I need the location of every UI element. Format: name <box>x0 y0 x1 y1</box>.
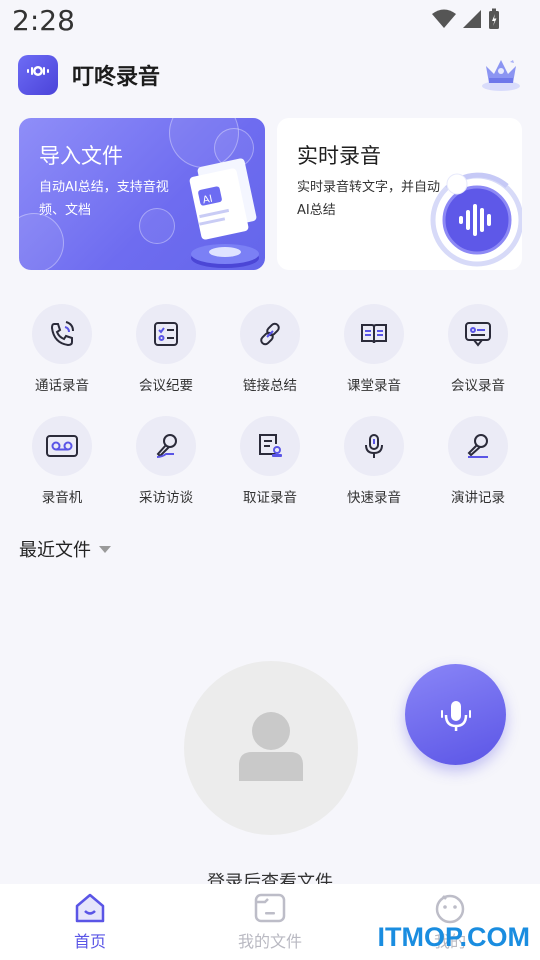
sound-wave-icon <box>27 66 49 76</box>
nav-home-label: 首页 <box>73 932 106 951</box>
tool-evidence-record[interactable]: 取证录音 <box>218 416 322 506</box>
book-icon <box>361 324 387 344</box>
recent-files-dropdown[interactable]: 最近文件 <box>19 536 111 562</box>
record-fab-button[interactable] <box>405 664 506 765</box>
phone-call-icon <box>50 321 74 347</box>
nav-home[interactable]: 首页 <box>30 892 150 952</box>
app-title: 叮咚录音 <box>72 65 161 90</box>
import-card-title: 导入文件 <box>39 144 123 168</box>
tool-link-summary[interactable]: 链接总结 <box>218 304 322 394</box>
realtime-record-card[interactable]: 实时录音 实时录音转文字，并自动AI总结 <box>277 118 522 270</box>
tool-label: 链接总结 <box>243 378 297 394</box>
tool-icon-wrap <box>344 416 404 476</box>
tool-icon-wrap <box>240 416 300 476</box>
vip-crown-icon[interactable] <box>480 56 522 94</box>
folder-icon <box>254 893 286 923</box>
tool-call-record[interactable]: 通话录音 <box>10 304 114 394</box>
battery-icon <box>489 8 499 29</box>
realtime-card-desc: 实时录音转文字，并自动AI总结 <box>297 180 441 218</box>
home-icon <box>75 893 105 923</box>
empty-state-avatar <box>184 661 358 835</box>
realtime-card-title: 实时录音 <box>297 144 381 168</box>
tool-label: 会议纪要 <box>139 378 193 394</box>
recording-wave-illustration-icon <box>430 172 522 267</box>
tool-recorder[interactable]: 录音机 <box>10 416 114 506</box>
tool-meeting-record[interactable]: 会议录音 <box>426 304 530 394</box>
tool-interview[interactable]: 采访访谈 <box>114 416 218 506</box>
tool-speech-record[interactable]: 演讲记录 <box>426 416 530 506</box>
recent-files-title: 最近文件 <box>19 540 91 561</box>
status-bar: 2:28 <box>0 0 540 44</box>
checklist-icon <box>154 322 178 346</box>
tool-label: 会议录音 <box>451 378 505 394</box>
caret-down-icon <box>99 545 111 553</box>
tool-icon-wrap <box>448 304 508 364</box>
tool-icon-wrap <box>136 416 196 476</box>
signal-icon <box>463 10 481 28</box>
tool-label: 取证录音 <box>243 490 297 506</box>
status-time: 2:28 <box>12 4 75 37</box>
microphone-icon <box>365 434 383 458</box>
app-header: 叮咚录音 <box>18 54 160 96</box>
user-face-icon <box>435 894 465 924</box>
import-card-desc: 自动AI总结，支持音视频、文档 <box>39 180 169 218</box>
status-icons <box>432 8 500 30</box>
tool-class-record[interactable]: 课堂录音 <box>322 304 426 394</box>
user-placeholder-icon <box>239 712 303 781</box>
speech-mic-icon <box>467 434 488 458</box>
interview-mic-icon <box>156 434 177 458</box>
tool-icon-wrap <box>136 304 196 364</box>
nav-my-files[interactable]: 我的文件 <box>210 892 330 952</box>
tool-icon-wrap <box>32 304 92 364</box>
tool-label: 快速录音 <box>347 490 401 506</box>
tool-label: 课堂录音 <box>347 378 401 394</box>
tool-icon-wrap <box>240 304 300 364</box>
tool-icon-wrap <box>448 416 508 476</box>
tool-grid: 通话录音 会议纪要 链接总结 课堂录音 会议录音 录音机 采访访谈 取证录音 快… <box>10 304 530 506</box>
wifi-icon <box>432 9 456 28</box>
tool-meeting-minutes[interactable]: 会议纪要 <box>114 304 218 394</box>
evidence-doc-icon <box>259 434 282 457</box>
tool-label: 演讲记录 <box>451 490 505 506</box>
tool-icon-wrap <box>344 304 404 364</box>
tool-label: 采访访谈 <box>139 490 193 506</box>
link-icon <box>260 322 280 346</box>
app-logo <box>18 55 58 95</box>
tool-label: 通话录音 <box>35 378 89 394</box>
ai-document-illustration-icon: AI <box>189 158 259 268</box>
microphone-icon <box>440 700 471 731</box>
tool-quick-record[interactable]: 快速录音 <box>322 416 426 506</box>
tool-label: 录音机 <box>41 490 83 506</box>
watermark-text: ITMOP.COM <box>377 922 530 952</box>
tool-icon-wrap <box>32 416 92 476</box>
tape-icon <box>46 435 78 457</box>
import-file-card[interactable]: 导入文件 自动AI总结，支持音视频、文档 AI <box>19 118 265 270</box>
nav-files-label: 我的文件 <box>237 932 302 951</box>
presentation-icon <box>465 322 491 347</box>
